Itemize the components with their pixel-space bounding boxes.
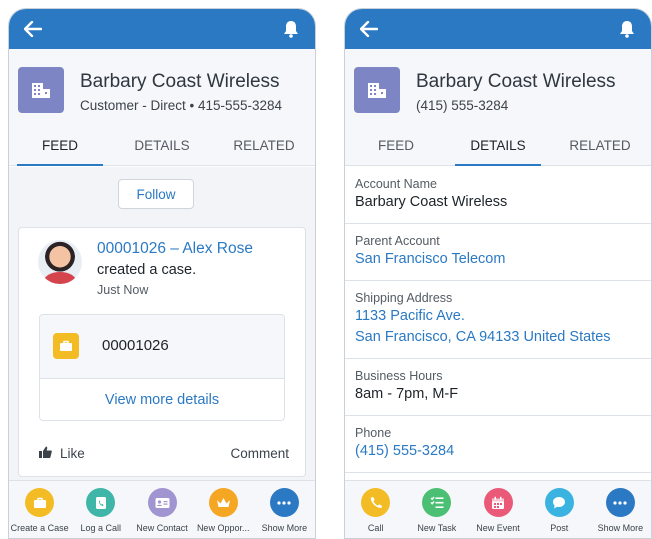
- action-create-case[interactable]: Create a Case: [9, 481, 70, 538]
- field-parent-account: Parent Account San Francisco Telecom: [345, 224, 651, 281]
- avatar[interactable]: [38, 240, 82, 284]
- comment-button[interactable]: Comment: [230, 446, 289, 461]
- action-log-call[interactable]: Log a Call: [70, 481, 131, 538]
- back-arrow-icon[interactable]: [23, 19, 43, 39]
- action-post[interactable]: Post: [529, 481, 590, 538]
- account-name: Barbary Coast Wireless: [80, 71, 280, 92]
- tab-related[interactable]: RELATED: [549, 125, 651, 165]
- action-new-contact[interactable]: New Contact: [131, 481, 192, 538]
- phone-log-icon: [86, 488, 116, 517]
- case-summary[interactable]: 00001026: [40, 315, 284, 379]
- details-list: Account Name Barbary Coast Wireless Pare…: [345, 167, 651, 480]
- field-shipping-address: Shipping Address 1133 Pacific Ave. San F…: [345, 281, 651, 359]
- action-call[interactable]: Call: [345, 481, 406, 538]
- top-nav-bar: [9, 9, 315, 49]
- action-new-opportunity[interactable]: New Oppor...: [193, 481, 254, 538]
- tab-related[interactable]: RELATED: [213, 125, 315, 165]
- thumbs-up-icon: [39, 446, 52, 461]
- action-show-more[interactable]: Show More: [254, 481, 315, 538]
- account-building-icon: [18, 67, 64, 113]
- field-label: Phone: [355, 426, 392, 440]
- action-bar: Call New Task New Event Post Show More: [345, 480, 651, 538]
- field-label: Account Name: [355, 177, 437, 191]
- case-preview: 00001026 View more details: [39, 314, 285, 421]
- notification-bell-icon[interactable]: [617, 19, 637, 39]
- calendar-icon: [483, 488, 513, 517]
- action-label: New Contact: [136, 523, 188, 533]
- record-header: Barbary Coast Wireless (415) 555-3284 FE…: [345, 49, 651, 166]
- field-phone: Phone (415) 555-3284: [345, 416, 651, 473]
- case-briefcase-icon: [53, 333, 79, 359]
- field-value: Barbary Coast Wireless: [355, 194, 508, 210]
- field-business-hours: Business Hours 8am - 7pm, M-F: [345, 359, 651, 416]
- phone-link[interactable]: (415) 555-3284: [355, 441, 641, 462]
- briefcase-icon: [25, 488, 55, 517]
- follow-button[interactable]: Follow: [118, 179, 194, 209]
- action-label: Log a Call: [80, 523, 122, 533]
- contact-card-icon: [147, 488, 177, 517]
- record-header: Barbary Coast Wireless Customer - Direct…: [9, 49, 315, 166]
- post-actions: Like Comment: [19, 432, 305, 476]
- account-subtitle: Customer - Direct • 415-555-3284: [80, 98, 283, 113]
- feed-area: Follow 00001026 – Alex Rose created a ca…: [9, 167, 315, 480]
- more-icon: [269, 488, 299, 517]
- tab-details[interactable]: DETAILS: [447, 125, 549, 166]
- notification-bell-icon[interactable]: [281, 19, 301, 39]
- record-tabs: FEED DETAILS RELATED: [9, 125, 315, 166]
- action-label: Show More: [597, 523, 644, 533]
- shipping-address-line1[interactable]: 1133 Pacific Ave.: [355, 306, 641, 327]
- action-bar: Create a Case Log a Call New Contact New…: [9, 480, 315, 538]
- view-more-details-link[interactable]: View more details: [40, 379, 284, 420]
- post-action-text: created a case.: [97, 262, 197, 278]
- crown-icon: [208, 488, 238, 517]
- field-label: Shipping Address: [355, 291, 453, 305]
- top-nav-bar: [345, 9, 651, 49]
- action-label: New Oppor...: [196, 523, 250, 533]
- more-icon: [605, 488, 635, 517]
- action-new-task[interactable]: New Task: [406, 481, 467, 538]
- action-label: Post: [550, 523, 569, 533]
- action-label: New Event: [476, 523, 520, 533]
- post-timestamp: Just Now: [97, 283, 149, 297]
- back-arrow-icon[interactable]: [359, 19, 379, 39]
- field-label: Business Hours: [355, 369, 443, 383]
- like-button[interactable]: Like: [39, 446, 85, 461]
- case-number: 00001026: [102, 337, 169, 354]
- record-tabs: FEED DETAILS RELATED: [345, 125, 651, 166]
- field-label: Parent Account: [355, 234, 440, 248]
- tab-feed[interactable]: FEED: [345, 125, 447, 165]
- feed-post-card: 00001026 – Alex Rose created a case. Jus…: [18, 227, 306, 477]
- chat-bubble-icon: [544, 488, 574, 517]
- parent-account-link[interactable]: San Francisco Telecom: [355, 249, 641, 270]
- phone-feed-view: Barbary Coast Wireless Customer - Direct…: [8, 8, 316, 539]
- action-label: Create a Case: [10, 523, 69, 533]
- field-account-name: Account Name Barbary Coast Wireless: [345, 167, 651, 224]
- tab-details[interactable]: DETAILS: [111, 125, 213, 165]
- account-subtitle: (415) 555-3284: [416, 98, 509, 113]
- action-label: Show More: [261, 523, 308, 533]
- action-label: New Task: [417, 523, 457, 533]
- field-value: 8am - 7pm, M-F: [355, 386, 459, 402]
- account-name: Barbary Coast Wireless: [416, 71, 616, 92]
- tab-feed[interactable]: FEED: [9, 125, 111, 166]
- action-new-event[interactable]: New Event: [467, 481, 528, 538]
- like-label: Like: [60, 446, 85, 461]
- action-label: Call: [367, 523, 384, 533]
- action-show-more[interactable]: Show More: [590, 481, 651, 538]
- phone-icon: [361, 488, 391, 517]
- account-building-icon: [354, 67, 400, 113]
- post-title-link[interactable]: 00001026 – Alex Rose: [97, 240, 253, 258]
- shipping-address-line2[interactable]: San Francisco, CA 94133 United States: [355, 327, 641, 348]
- task-list-icon: [422, 488, 452, 517]
- phone-details-view: Barbary Coast Wireless (415) 555-3284 FE…: [344, 8, 652, 539]
